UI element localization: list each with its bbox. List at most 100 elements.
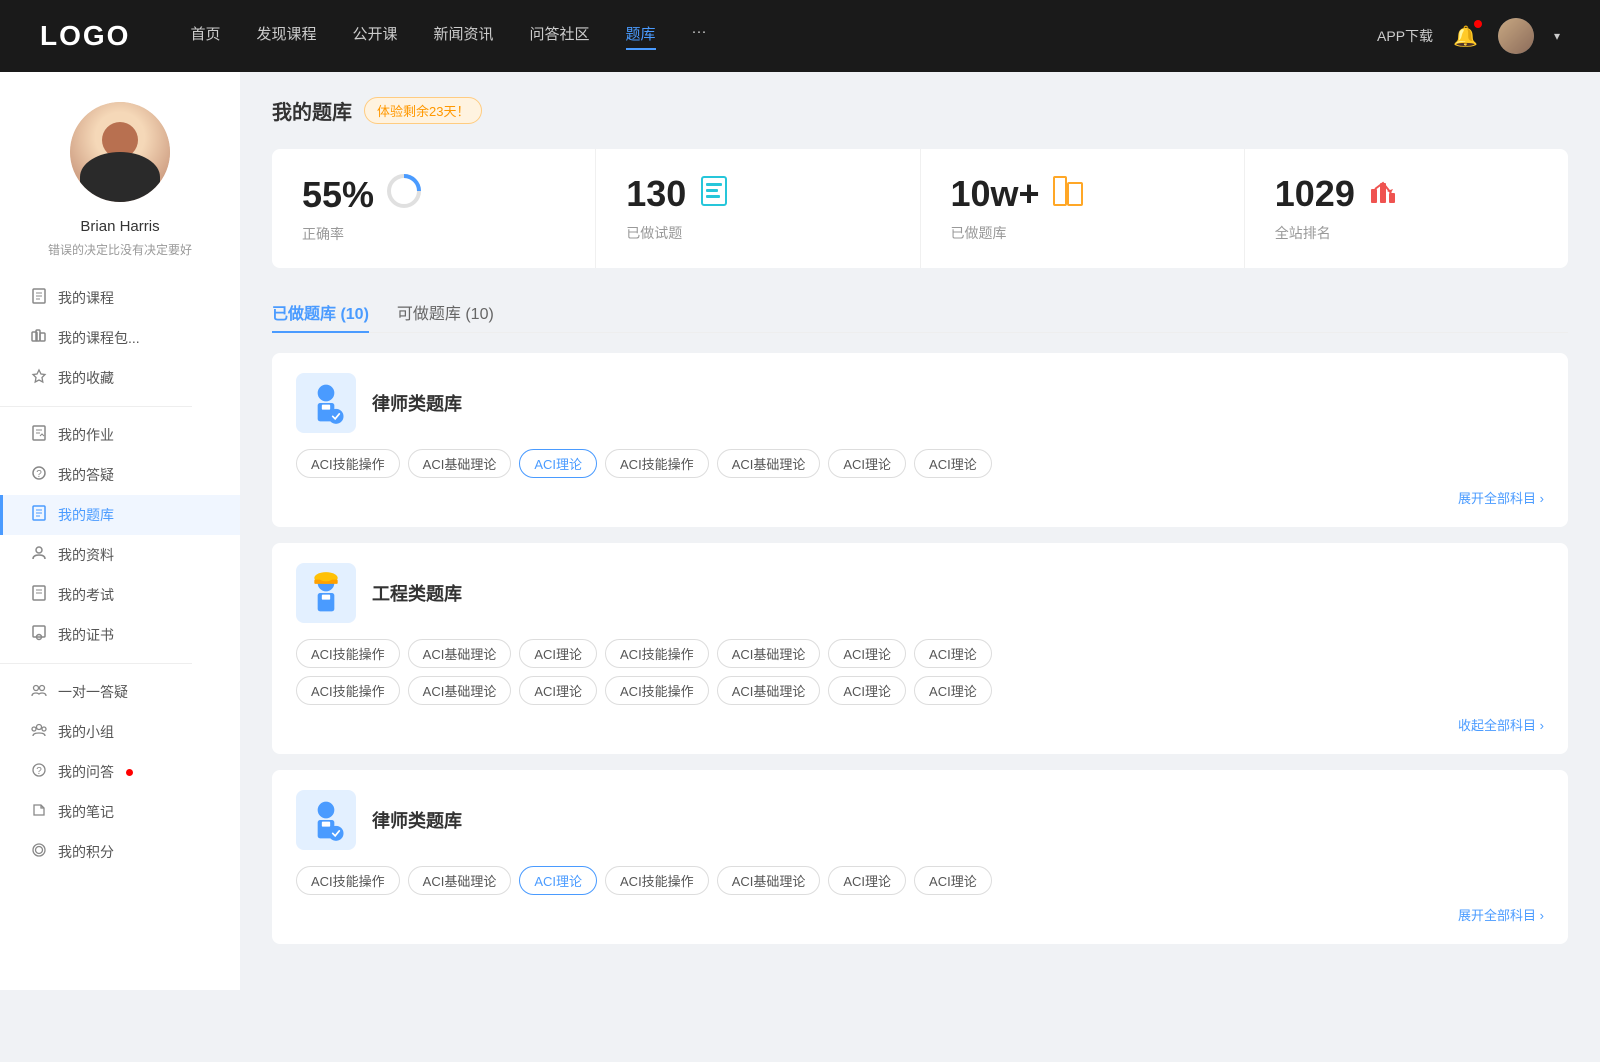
navbar: LOGO 首页 发现课程 公开课 新闻资讯 问答社区 题库 ··· APP下载 …	[0, 0, 1600, 72]
qbank-footer-engineer: 收起全部科目 ›	[296, 715, 1544, 734]
nav-more[interactable]: ···	[692, 23, 707, 50]
profile-icon	[30, 545, 48, 565]
question-bank-icon	[30, 505, 48, 525]
navbar-right: APP下载 🔔 ▾	[1377, 18, 1560, 54]
nav-question-bank[interactable]: 题库	[626, 23, 656, 50]
stat-accuracy: 55% 正确率	[272, 149, 596, 268]
eng-tag-2[interactable]: ACI理论	[519, 639, 597, 668]
rank-label: 全站排名	[1275, 223, 1538, 243]
avatar-image-sidebar	[70, 102, 170, 202]
tab-available[interactable]: 可做题库 (10)	[397, 292, 494, 332]
qbank-tags-lawyer-1: ACI技能操作 ACI基础理论 ACI理论 ACI技能操作 ACI基础理论 AC…	[296, 449, 1544, 478]
sidebar-label-my-courses: 我的课程	[58, 288, 114, 308]
sidebar-item-certificates[interactable]: 我的证书	[0, 615, 240, 655]
notes-icon	[30, 802, 48, 822]
sidebar-item-favorites[interactable]: 我的收藏	[0, 358, 240, 398]
user-motto: 错误的决定比没有决定要好	[48, 241, 192, 258]
done-questions-icon	[698, 175, 730, 214]
eng-tag-6[interactable]: ACI理论	[914, 639, 992, 668]
sidebar-label-1on1: 一对一答疑	[58, 682, 128, 702]
certificates-icon	[30, 625, 48, 645]
tag-3[interactable]: ACI技能操作	[605, 449, 709, 478]
sidebar-item-question-bank[interactable]: 我的题库	[0, 495, 240, 535]
sidebar-item-profile[interactable]: 我的资料	[0, 535, 240, 575]
stats-row: 55% 正确率 130 已做试题 10w+	[272, 149, 1568, 268]
sidebar-label-question-bank: 我的题库	[58, 505, 114, 525]
tag-4[interactable]: ACI基础理论	[717, 449, 821, 478]
avatar-dropdown[interactable]: ▾	[1554, 29, 1560, 43]
eng-tag-10[interactable]: ACI技能操作	[605, 676, 709, 705]
avatar[interactable]	[1498, 18, 1534, 54]
tag-1[interactable]: ACI基础理论	[408, 449, 512, 478]
done-banks-icon	[1052, 175, 1084, 214]
eng-tag-0[interactable]: ACI技能操作	[296, 639, 400, 668]
l2-tag-2-active[interactable]: ACI理论	[519, 866, 597, 895]
qbank-tags-lawyer-2: ACI技能操作 ACI基础理论 ACI理论 ACI技能操作 ACI基础理论 AC…	[296, 866, 1544, 895]
stat-done-questions-top: 130	[626, 173, 889, 215]
sidebar: Brian Harris 错误的决定比没有决定要好 我的课程 我的课程包... …	[0, 72, 240, 990]
l2-tag-5[interactable]: ACI理论	[828, 866, 906, 895]
sidebar-label-course-pack: 我的课程包...	[58, 328, 140, 348]
homework-icon	[30, 425, 48, 445]
sidebar-item-exams[interactable]: 我的考试	[0, 575, 240, 615]
l2-tag-1[interactable]: ACI基础理论	[408, 866, 512, 895]
eng-tag-12[interactable]: ACI理论	[828, 676, 906, 705]
tab-done[interactable]: 已做题库 (10)	[272, 292, 369, 332]
done-banks-value: 10w+	[951, 173, 1040, 215]
expand-label-lawyer-1[interactable]: 展开全部科目 ›	[1458, 488, 1544, 507]
l2-tag-6[interactable]: ACI理论	[914, 866, 992, 895]
nav-qa[interactable]: 问答社区	[530, 23, 590, 50]
sidebar-item-course-pack[interactable]: 我的课程包...	[0, 318, 240, 358]
sidebar-item-my-courses[interactable]: 我的课程	[0, 278, 240, 318]
app-download-link[interactable]: APP下载	[1377, 26, 1433, 46]
notification-bell[interactable]: 🔔	[1453, 24, 1478, 49]
accuracy-value: 55%	[302, 174, 374, 216]
page-header: 我的题库 体验剩余23天！	[272, 96, 1568, 125]
sidebar-item-questions[interactable]: ? 我的问答	[0, 752, 240, 792]
tag-5[interactable]: ACI理论	[828, 449, 906, 478]
my-courses-icon	[30, 288, 48, 308]
tag-2-active[interactable]: ACI理论	[519, 449, 597, 478]
qbank-footer-lawyer-1: 展开全部科目 ›	[296, 488, 1544, 507]
qbank-card-lawyer-2: 律师类题库 ACI技能操作 ACI基础理论 ACI理论 ACI技能操作 ACI基…	[272, 770, 1568, 944]
eng-tag-13[interactable]: ACI理论	[914, 676, 992, 705]
collapse-label-engineer[interactable]: 收起全部科目 ›	[1458, 715, 1544, 734]
nav-news[interactable]: 新闻资讯	[434, 23, 494, 50]
sidebar-item-answers[interactable]: ? 我的答疑	[0, 455, 240, 495]
trial-badge: 体验剩余23天！	[364, 97, 482, 124]
nav-courses[interactable]: 发现课程	[256, 23, 316, 50]
qbank-footer-lawyer-2: 展开全部科目 ›	[296, 905, 1544, 924]
nav-home[interactable]: 首页	[190, 23, 220, 50]
nav-open-course[interactable]: 公开课	[352, 23, 397, 50]
eng-tag-9[interactable]: ACI理论	[519, 676, 597, 705]
stat-rank: 1029 全站排名	[1245, 149, 1568, 268]
rank-value: 1029	[1275, 173, 1355, 215]
sidebar-item-notes[interactable]: 我的笔记	[0, 792, 240, 832]
sidebar-item-1on1[interactable]: 一对一答疑	[0, 672, 240, 712]
sidebar-item-points[interactable]: 我的积分	[0, 832, 240, 872]
eng-tag-8[interactable]: ACI基础理论	[408, 676, 512, 705]
sidebar-menu: 我的课程 我的课程包... 我的收藏 我的作业	[0, 278, 240, 872]
qbank-header-lawyer-1: 律师类题库	[296, 373, 1544, 433]
eng-tag-1[interactable]: ACI基础理论	[408, 639, 512, 668]
qbank-header-engineer: 工程类题库	[296, 563, 1544, 623]
sidebar-item-groups[interactable]: 我的小组	[0, 712, 240, 752]
groups-icon	[30, 722, 48, 742]
eng-tag-7[interactable]: ACI技能操作	[296, 676, 400, 705]
done-questions-label: 已做试题	[626, 223, 889, 243]
tag-0[interactable]: ACI技能操作	[296, 449, 400, 478]
done-questions-value: 130	[626, 173, 686, 215]
qbank-tags-engineer-row1: ACI技能操作 ACI基础理论 ACI理论 ACI技能操作 ACI基础理论 AC…	[296, 639, 1544, 668]
expand-label-lawyer-2[interactable]: 展开全部科目 ›	[1458, 905, 1544, 924]
l2-tag-4[interactable]: ACI基础理论	[717, 866, 821, 895]
sidebar-label-homework: 我的作业	[58, 425, 114, 445]
l2-tag-3[interactable]: ACI技能操作	[605, 866, 709, 895]
eng-tag-11[interactable]: ACI基础理论	[717, 676, 821, 705]
divider-1	[0, 406, 192, 407]
eng-tag-5[interactable]: ACI理论	[828, 639, 906, 668]
eng-tag-4[interactable]: ACI基础理论	[717, 639, 821, 668]
l2-tag-0[interactable]: ACI技能操作	[296, 866, 400, 895]
tag-6[interactable]: ACI理论	[914, 449, 992, 478]
eng-tag-3[interactable]: ACI技能操作	[605, 639, 709, 668]
sidebar-item-homework[interactable]: 我的作业	[0, 415, 240, 455]
